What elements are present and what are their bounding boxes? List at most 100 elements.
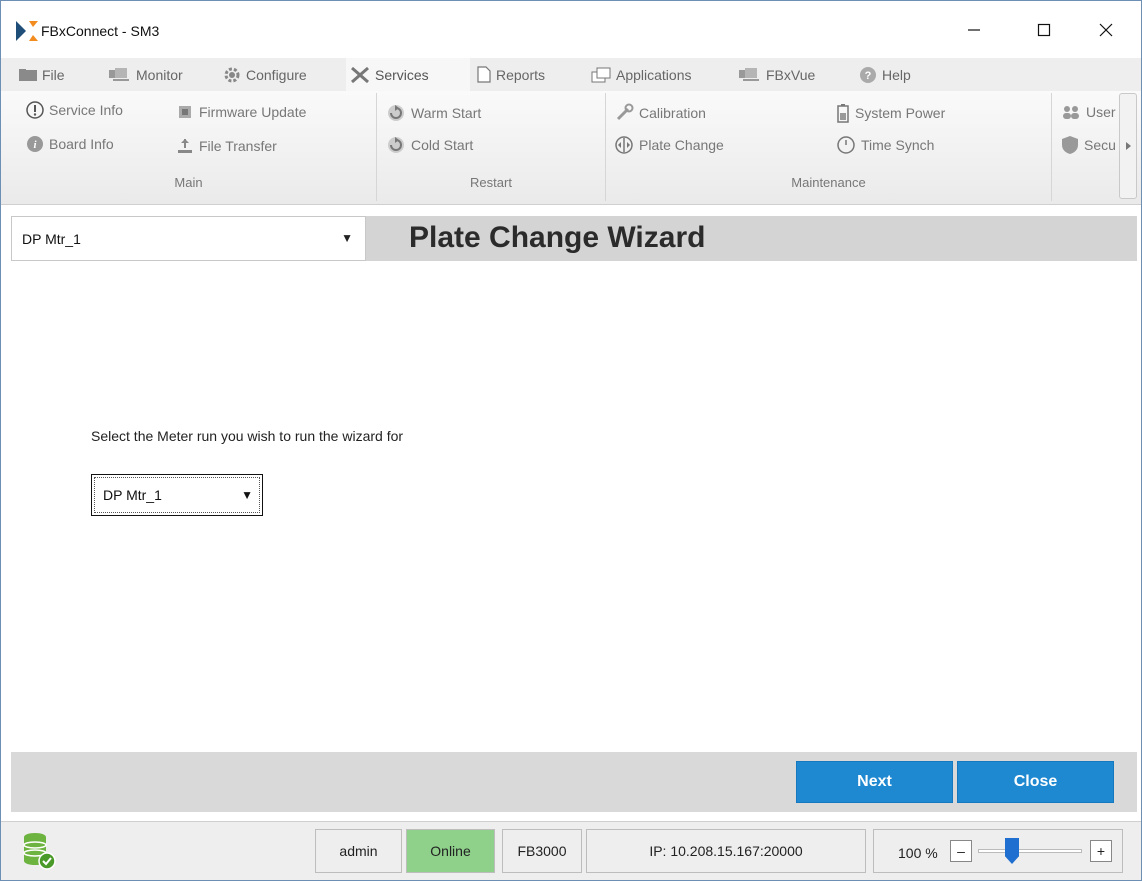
meter-run-select-value: DP Mtr_1 <box>103 487 162 503</box>
wrench-icon <box>616 103 634 121</box>
monitor-icon <box>739 67 759 81</box>
status-connection: Online <box>406 829 495 873</box>
maximize-icon <box>1037 23 1051 37</box>
folder-icon <box>19 68 37 81</box>
meter-selector-value: DP Mtr_1 <box>22 230 81 247</box>
tab-reports-label: Reports <box>496 66 546 83</box>
cold-start-label: Cold Start <box>411 137 474 153</box>
tab-applications[interactable]: Applications <box>591 58 692 91</box>
users-button[interactable]: User <box>1061 103 1116 121</box>
zoom-slider-thumb[interactable] <box>1005 838 1019 864</box>
ribbon-separator <box>1051 93 1052 201</box>
zoom-control: 100 % – + <box>873 829 1123 873</box>
document-icon <box>477 66 491 83</box>
security-label: Secu <box>1084 137 1116 153</box>
close-button[interactable]: Close <box>957 761 1114 803</box>
board-info-button[interactable]: i Board Info <box>26 135 114 153</box>
status-ip-address: IP: 10.208.15.167:20000 <box>586 829 866 873</box>
plate-change-label: Plate Change <box>639 137 724 153</box>
status-device: FB3000 <box>502 829 582 873</box>
group-label-maintenance: Maintenance <box>791 175 866 190</box>
shield-icon <box>1062 136 1078 154</box>
warm-start-label: Warm Start <box>411 105 482 121</box>
tab-help-label: Help <box>882 66 911 83</box>
dropdown-arrow-icon: ▼ <box>241 488 253 502</box>
chip-icon <box>179 106 191 118</box>
wizard-prompt: Select the Meter run you wish to run the… <box>91 428 404 444</box>
file-transfer-button[interactable]: File Transfer <box>176 137 277 155</box>
menu-bar: File Monitor Configure Services Reports … <box>1 58 1141 91</box>
tab-file[interactable]: File <box>19 58 65 91</box>
service-info-button[interactable]: Service Info <box>26 101 123 119</box>
app-window: FBxConnect - SM3 File Monitor Configure … <box>0 0 1142 881</box>
group-label-restart: Restart <box>470 175 512 190</box>
close-window-button[interactable] <box>1083 15 1129 45</box>
ribbon-scroll-button[interactable] <box>1119 93 1137 199</box>
maximize-button[interactable] <box>1021 15 1067 45</box>
security-button[interactable]: Secu <box>1061 135 1116 155</box>
tab-reports[interactable]: Reports <box>477 58 545 91</box>
info-exclamation-icon <box>26 101 44 119</box>
zoom-level-label: 100 % <box>898 845 938 861</box>
tab-file-label: File <box>42 66 65 83</box>
service-info-label: Service Info <box>49 102 123 118</box>
chevron-right-icon <box>1126 142 1131 150</box>
firmware-update-button[interactable]: Firmware Update <box>176 103 306 121</box>
tools-icon <box>351 66 369 83</box>
tab-applications-label: Applications <box>616 66 692 83</box>
board-info-label: Board Info <box>49 136 114 152</box>
close-icon <box>1099 23 1113 37</box>
battery-icon <box>837 104 849 123</box>
tab-monitor[interactable]: Monitor <box>109 58 183 91</box>
minimize-icon <box>968 29 980 31</box>
dropdown-arrow-icon: ▼ <box>341 231 353 245</box>
system-power-button[interactable]: System Power <box>836 103 945 123</box>
monitor-icon <box>109 67 129 81</box>
tab-configure[interactable]: Configure <box>223 58 307 91</box>
tab-help[interactable]: ? Help <box>859 58 911 91</box>
tab-services[interactable]: Services <box>346 58 470 91</box>
tab-fbxvue[interactable]: FBxVue <box>739 58 815 91</box>
fbxconnect-logo-icon <box>16 21 38 41</box>
meter-selector[interactable]: DP Mtr_1 ▼ <box>11 216 366 261</box>
svg-text:?: ? <box>865 70 872 82</box>
minimize-button[interactable] <box>951 15 997 45</box>
tab-monitor-label: Monitor <box>136 66 183 83</box>
zoom-out-button[interactable]: – <box>950 840 972 862</box>
database-connected-icon <box>23 833 56 870</box>
status-user: admin <box>315 829 402 873</box>
file-transfer-label: File Transfer <box>199 138 277 154</box>
page-title: Plate Change Wizard <box>409 221 706 254</box>
cold-start-button[interactable]: Cold Start <box>386 135 473 155</box>
users-icon <box>1063 106 1079 119</box>
calibration-label: Calibration <box>639 105 706 121</box>
gear-icon <box>224 67 240 82</box>
time-synch-button[interactable]: Time Synch <box>836 135 934 155</box>
ribbon: Service Info Firmware Update i Board Inf… <box>1 91 1141 205</box>
time-synch-label: Time Synch <box>861 137 935 153</box>
tab-fbxvue-label: FBxVue <box>766 66 816 83</box>
meter-run-select-inner: DP Mtr_1 ▼ <box>94 477 260 513</box>
plate-change-button[interactable]: Plate Change <box>614 135 724 155</box>
plate-change-icon <box>615 136 633 154</box>
clock-icon <box>837 136 855 154</box>
zoom-slider-track[interactable] <box>978 849 1082 853</box>
restart-icon <box>388 137 404 153</box>
meter-run-select[interactable]: DP Mtr_1 ▼ <box>91 474 263 516</box>
restart-icon <box>388 105 404 121</box>
info-icon: i <box>27 136 43 152</box>
title-bar: FBxConnect - SM3 <box>1 1 1141 57</box>
zoom-in-button[interactable]: + <box>1090 840 1112 862</box>
tab-configure-label: Configure <box>246 66 307 83</box>
system-power-label: System Power <box>855 105 946 121</box>
calibration-button[interactable]: Calibration <box>614 103 706 123</box>
windows-icon <box>591 67 611 82</box>
help-icon: ? <box>860 66 876 83</box>
group-label-main: Main <box>174 175 203 190</box>
firmware-update-label: Firmware Update <box>199 104 307 120</box>
users-label: User <box>1086 104 1116 120</box>
warm-start-button[interactable]: Warm Start <box>386 103 481 123</box>
tab-services-label: Services <box>375 66 429 83</box>
upload-icon <box>178 139 192 153</box>
next-button[interactable]: Next <box>796 761 953 803</box>
